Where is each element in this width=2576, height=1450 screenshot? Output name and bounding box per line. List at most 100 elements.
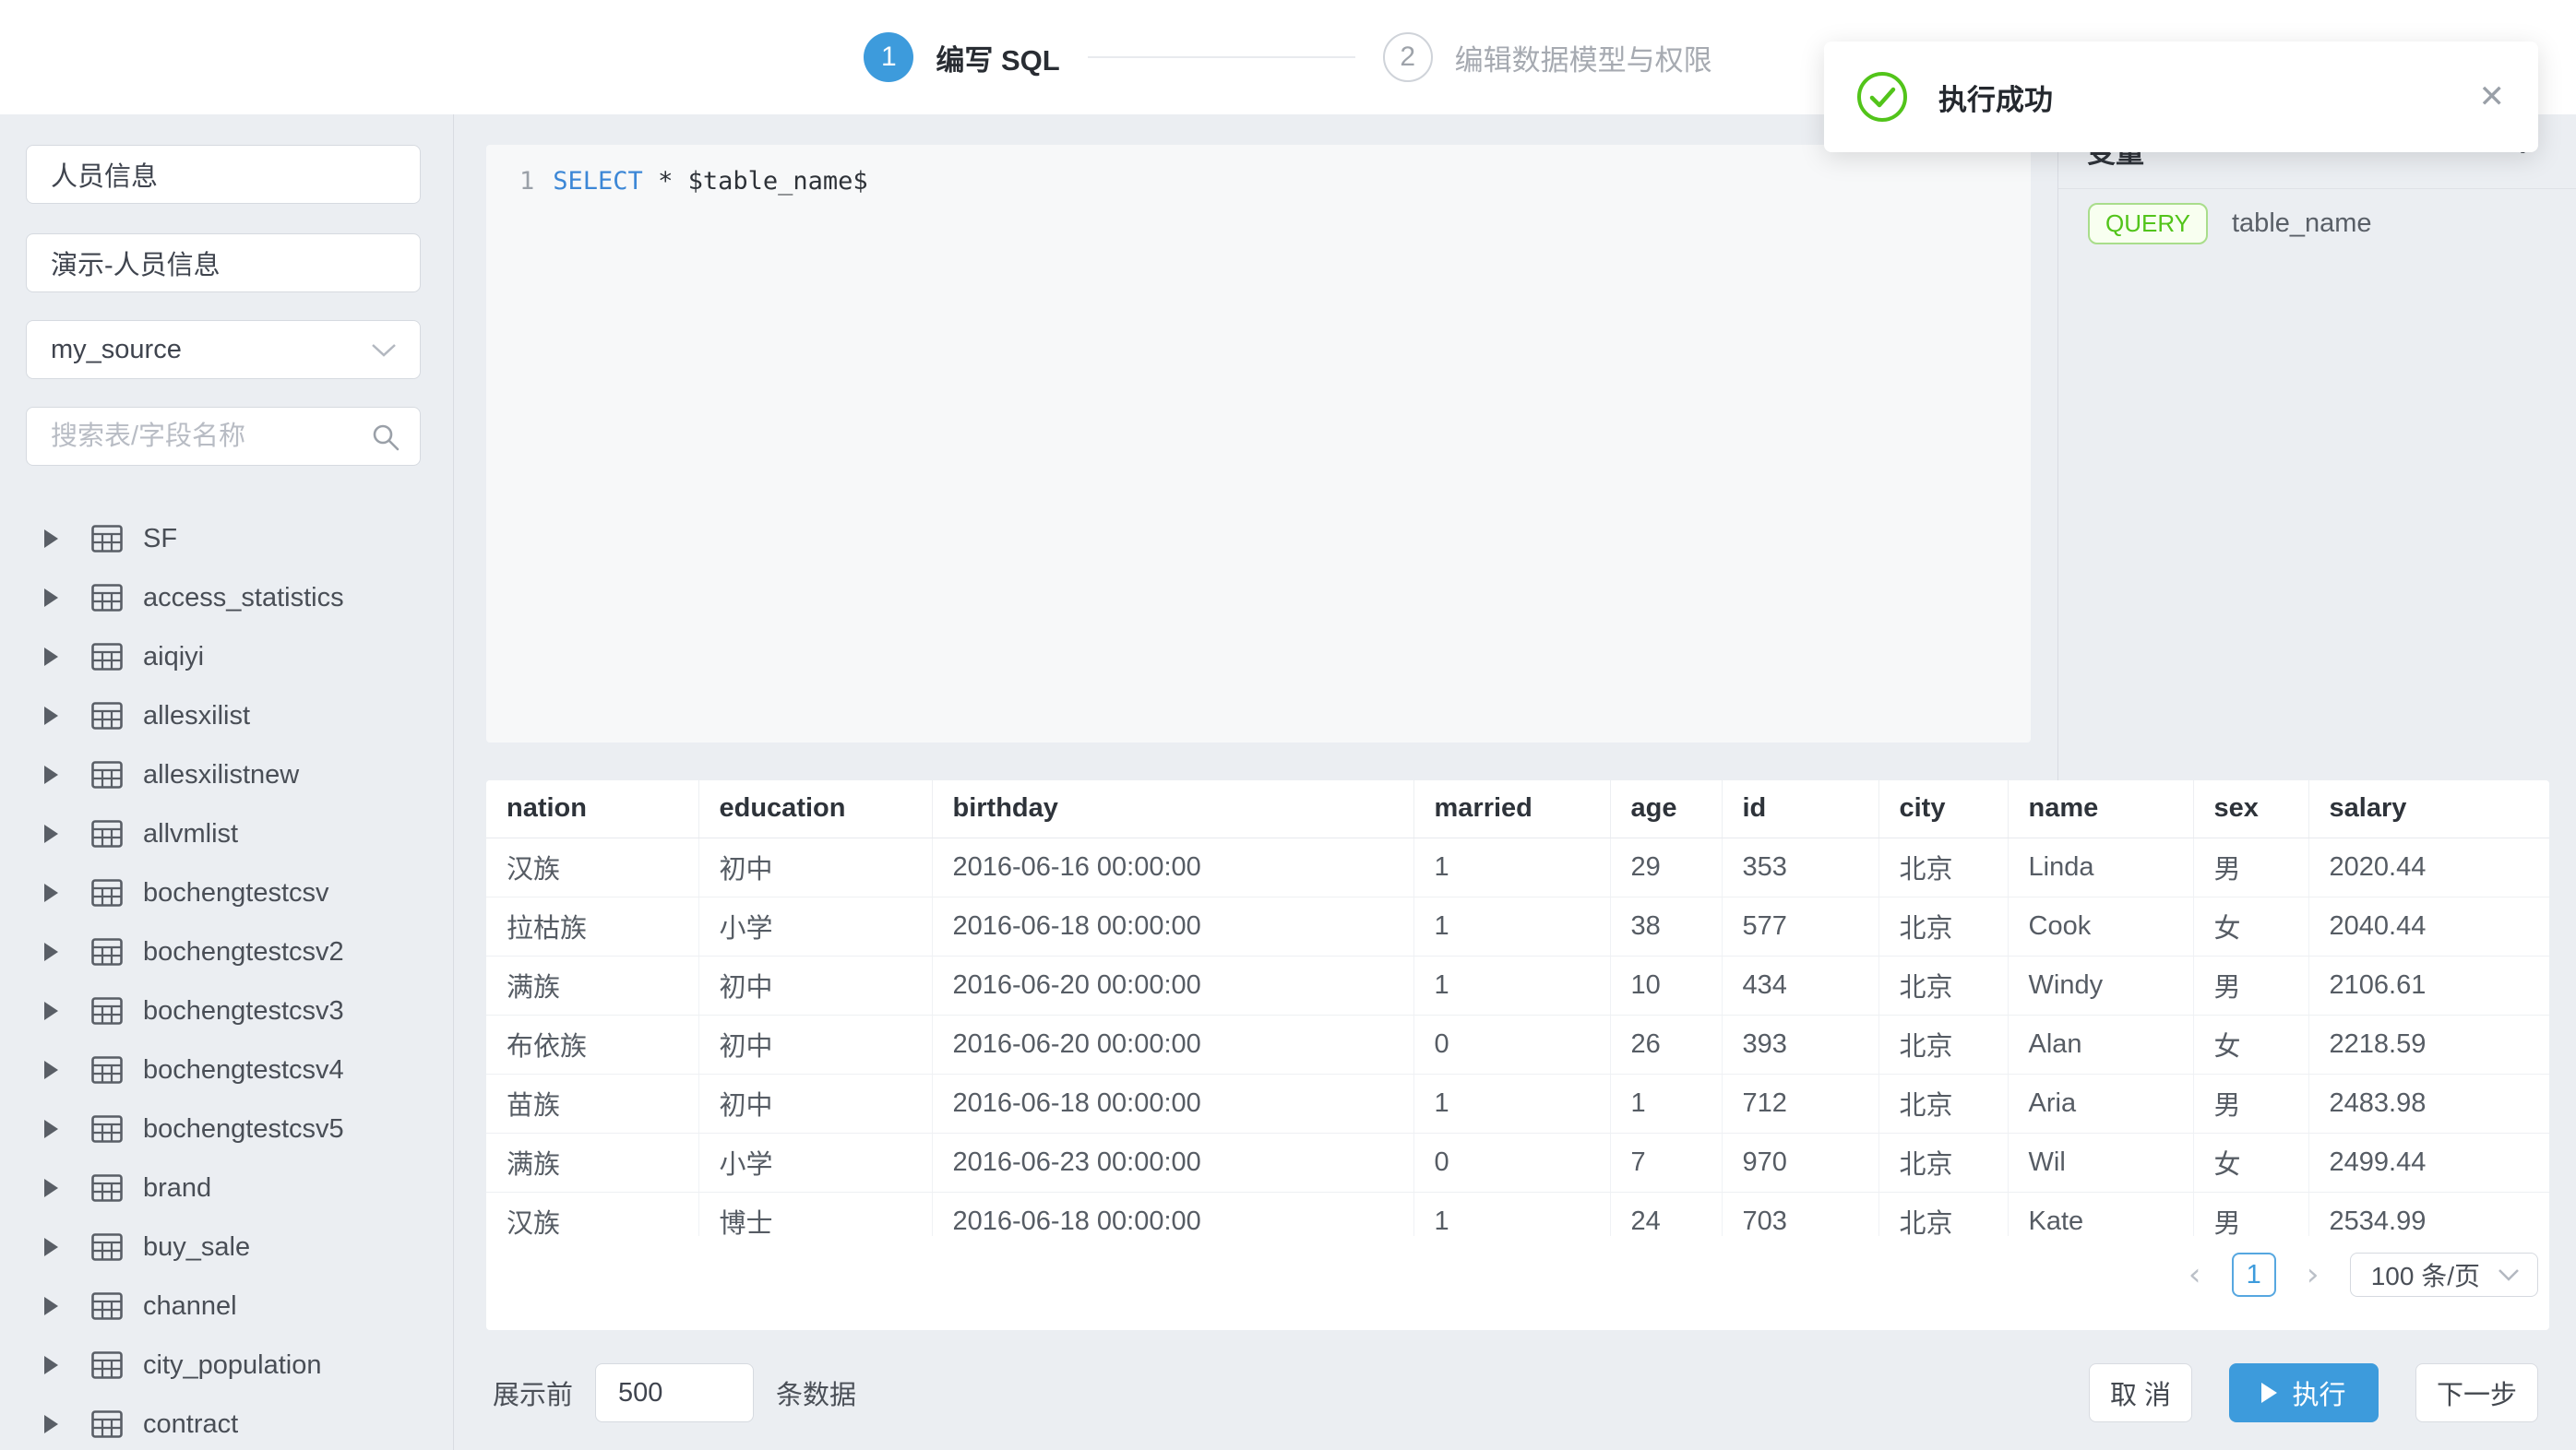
caret-right-icon[interactable] [44, 648, 58, 666]
tree-item-aiqiyi[interactable]: aiqiyi [26, 627, 422, 686]
table-cell: 0 [1413, 1015, 1610, 1074]
next-step-button[interactable]: 下一步 [2415, 1363, 2538, 1422]
results-table: nationeducationbirthdaymarriedageidcityn… [486, 780, 2549, 1236]
caret-right-icon[interactable] [44, 707, 58, 725]
caret-right-icon[interactable] [44, 1415, 58, 1433]
column-header-salary: salary [2308, 780, 2549, 838]
table-cell: 汉族 [486, 1192, 698, 1236]
tree-item-access_statistics[interactable]: access_statistics [26, 568, 422, 627]
table-row: 满族初中2016-06-20 00:00:00110434北京Windy男210… [486, 956, 2549, 1015]
pagination-bar: ‹ 1 › 100 条/页 [486, 1236, 2549, 1313]
success-check-icon [1855, 70, 1909, 124]
caret-right-icon[interactable] [44, 825, 58, 843]
table-cell: Wil [2008, 1133, 2193, 1192]
tree-item-buy_sale[interactable]: buy_sale [26, 1218, 422, 1277]
caret-right-icon[interactable] [44, 766, 58, 784]
table-cell: 女 [2193, 1133, 2308, 1192]
table-row: 汉族初中2016-06-16 00:00:00129353北京Linda男202… [486, 838, 2549, 897]
table-tree: SF access_statistics aiqiyi [26, 509, 422, 1450]
tree-item-allvmlist[interactable]: allvmlist [26, 804, 422, 863]
sidebar: my_source SF [0, 114, 454, 1450]
column-header-married: married [1413, 780, 1610, 838]
tree-item-contract[interactable]: contract [26, 1395, 422, 1450]
caret-right-icon[interactable] [44, 884, 58, 902]
tree-item-bochengtestcsv[interactable]: bochengtestcsv [26, 863, 422, 922]
table-cell: 初中 [698, 838, 932, 897]
table-cell: 1 [1610, 1074, 1722, 1133]
table-cell: Cook [2008, 897, 2193, 956]
tree-item-label: contract [143, 1409, 238, 1440]
cancel-button[interactable]: 取 消 [2089, 1363, 2192, 1422]
tree-item-bochengtestcsv5[interactable]: bochengtestcsv5 [26, 1099, 422, 1159]
table-cell: 10 [1610, 956, 1722, 1015]
tree-item-bochengtestcsv4[interactable]: bochengtestcsv4 [26, 1040, 422, 1099]
table-cell: 北京 [1878, 897, 2008, 956]
caret-right-icon[interactable] [44, 588, 58, 607]
table-cell: 男 [2193, 1192, 2308, 1236]
results-table-scroll[interactable]: nationeducationbirthdaymarriedageidcityn… [486, 780, 2549, 1236]
table-grid-icon [91, 1233, 123, 1261]
tree-item-allesxilist[interactable]: allesxilist [26, 686, 422, 745]
tree-item-label: bochengtestcsv3 [143, 996, 344, 1027]
tree-item-SF[interactable]: SF [26, 509, 422, 568]
caret-right-icon[interactable] [44, 1179, 58, 1197]
column-header-name: name [2008, 780, 2193, 838]
close-icon[interactable]: ✕ [2479, 78, 2506, 115]
caret-right-icon[interactable] [44, 1356, 58, 1374]
table-cell: 男 [2193, 956, 2308, 1015]
table-grid-icon [91, 525, 123, 553]
tree-item-allesxilistnew[interactable]: allesxilistnew [26, 745, 422, 804]
limit-prefix-label: 展示前 [493, 1373, 573, 1412]
table-grid-icon [91, 1351, 123, 1379]
table-cell: 970 [1722, 1133, 1878, 1192]
page-size-select[interactable]: 100 条/页 [2350, 1253, 2538, 1297]
table-cell: 2106.61 [2308, 956, 2549, 1015]
column-header-city: city [1878, 780, 2008, 838]
datasource-select[interactable]: my_source [26, 320, 421, 379]
table-grid-icon [91, 1056, 123, 1084]
current-page-button[interactable]: 1 [2232, 1253, 2276, 1297]
caret-right-icon[interactable] [44, 1002, 58, 1020]
dataset-display-name-input[interactable] [26, 233, 421, 292]
chevron-down-icon [370, 341, 398, 358]
table-cell: 712 [1722, 1074, 1878, 1133]
play-icon [2261, 1383, 2277, 1403]
sql-editor[interactable]: 1 SELECT * $table_name$ [486, 145, 2031, 743]
table-search-input[interactable] [26, 407, 421, 466]
table-cell: Aria [2008, 1074, 2193, 1133]
run-button[interactable]: 执行 [2229, 1363, 2379, 1422]
table-cell: Windy [2008, 956, 2193, 1015]
caret-right-icon[interactable] [44, 1120, 58, 1138]
next-page-button[interactable]: › [2295, 1256, 2332, 1293]
prev-page-button[interactable]: ‹ [2176, 1256, 2213, 1293]
caret-right-icon[interactable] [44, 1061, 58, 1079]
table-cell: 男 [2193, 1074, 2308, 1133]
caret-right-icon[interactable] [44, 1238, 58, 1256]
table-cell: 2040.44 [2308, 897, 2549, 956]
page-size-value: 100 条/页 [2371, 1256, 2480, 1293]
row-limit-input[interactable] [595, 1363, 754, 1422]
tree-item-label: buy_sale [143, 1232, 250, 1263]
step-2-edit-model: 2 编辑数据模型与权限 [1383, 32, 1712, 82]
table-cell: 353 [1722, 838, 1878, 897]
table-grid-icon [91, 1174, 123, 1202]
caret-right-icon[interactable] [44, 1297, 58, 1315]
tree-item-label: channel [143, 1291, 237, 1322]
tree-item-bochengtestcsv2[interactable]: bochengtestcsv2 [26, 922, 422, 981]
table-grid-icon [91, 702, 123, 730]
caret-right-icon[interactable] [44, 943, 58, 961]
table-cell: 0 [1413, 1133, 1610, 1192]
dataset-name-input[interactable] [26, 145, 421, 204]
tree-item-bochengtestcsv3[interactable]: bochengtestcsv3 [26, 981, 422, 1040]
variable-item[interactable]: QUERY table_name [2088, 203, 2372, 244]
tree-item-label: bochengtestcsv5 [143, 1114, 344, 1145]
caret-right-icon[interactable] [44, 529, 58, 548]
table-cell: 24 [1610, 1192, 1722, 1236]
tree-item-brand[interactable]: brand [26, 1159, 422, 1218]
table-cell: 29 [1610, 838, 1722, 897]
table-grid-icon [91, 643, 123, 671]
tree-item-channel[interactable]: channel [26, 1277, 422, 1336]
table-cell: 满族 [486, 1133, 698, 1192]
tree-item-city_population[interactable]: city_population [26, 1336, 422, 1395]
table-row: 拉枯族小学2016-06-18 00:00:00138577北京Cook女204… [486, 897, 2549, 956]
